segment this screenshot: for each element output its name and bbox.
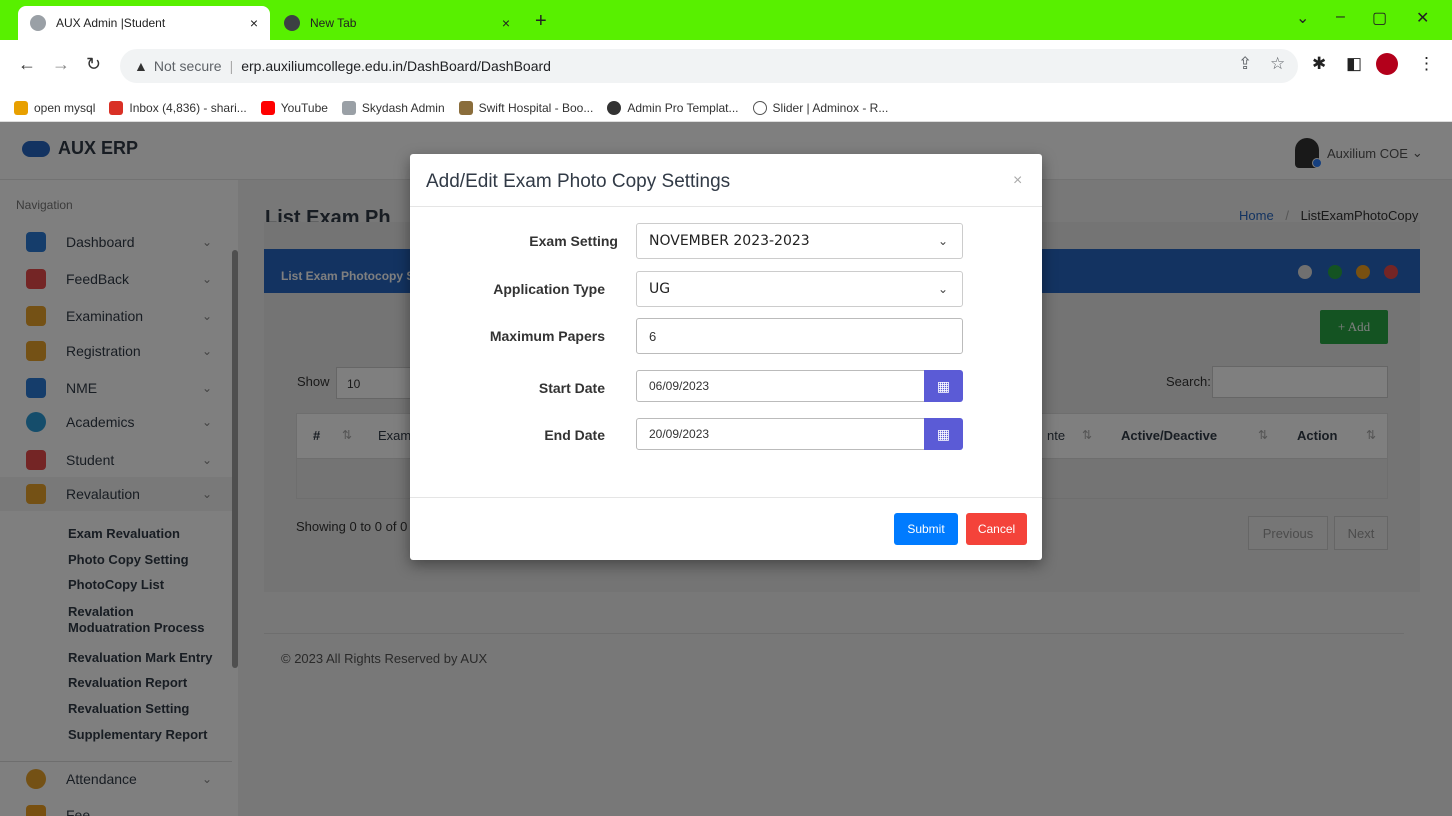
adminox-icon [752,100,767,115]
tab-title: New Tab [310,16,357,30]
bookmark-label: Swift Hospital - Boo... [478,100,594,115]
bookmark-admin-pro[interactable]: Admin Pro Templat... [607,100,739,115]
phpmyadmin-icon [14,100,28,115]
bookmark-swift-hospital[interactable]: Swift Hospital - Boo... [458,100,594,115]
side-panel-icon[interactable]: ◧ [1346,54,1362,74]
bookmark-youtube[interactable]: YouTube [260,100,328,115]
share-icon[interactable]: ⇪ [1238,54,1252,74]
tab-search-icon[interactable]: ⌄ [1296,8,1309,28]
exam-setting-label: Exam Setting [529,233,618,249]
bookmark-label: Slider | Adminox - R... [772,100,889,115]
cancel-button[interactable]: Cancel [966,513,1027,545]
not-secure-label: Not secure [153,58,222,74]
photo-copy-settings-modal [410,154,1042,560]
youtube-icon [260,100,275,115]
start-date-input[interactable]: 06/09/2023 [636,370,925,402]
application-type-value: UG [649,281,671,297]
modal-title: Add/Edit Exam Photo Copy Settings [426,171,731,192]
browser-menu-icon[interactable]: ⋮ [1418,54,1435,74]
bookmark-label: Inbox (4,836) - shari... [129,100,247,115]
url-text: erp.auxiliumcollege.edu.in/DashBoard/Das… [241,58,551,74]
swift-hospital-icon [458,100,473,115]
admin-pro-icon [607,100,622,115]
bookmark-skydash[interactable]: Skydash Admin [341,100,445,115]
tab-close-icon[interactable]: × [250,15,258,31]
bookmark-open-mysql[interactable]: open mysql [14,100,96,115]
new-tab-button[interactable]: + [535,10,547,33]
address-bar[interactable]: ▲ Not secure | erp.auxiliumcollege.edu.i… [120,49,1298,83]
end-date-input[interactable]: 20/09/2023 [636,418,925,450]
application-type-select[interactable]: UG ⌄ [636,271,963,307]
calendar-icon[interactable]: ▦ [924,370,963,402]
bookmark-label: YouTube [280,100,328,115]
minimize-button[interactable]: – [1336,8,1345,26]
application-type-label: Application Type [493,281,605,297]
bookmarks-bar: open mysql Inbox (4,836) - shari... YouT… [0,94,1452,122]
modal-header-divider [410,206,1042,207]
end-date-label: End Date [544,427,605,443]
skydash-icon [341,100,356,115]
close-window-button[interactable]: ✕ [1416,8,1429,28]
start-date-label: Start Date [538,380,605,396]
back-arrow-icon[interactable]: ← [18,54,36,75]
maximum-papers-input[interactable]: 6 [636,318,963,354]
tab-title: AUX Admin |Student [56,16,166,30]
extensions-icon[interactable]: ✱ [1312,54,1326,74]
tab-close-icon[interactable]: × [502,15,510,31]
bookmark-adminox[interactable]: Slider | Adminox - R... [752,100,889,115]
bookmark-gmail[interactable]: Inbox (4,836) - shari... [109,100,247,115]
bookmark-label: Skydash Admin [361,100,445,115]
forward-arrow-icon[interactable]: → [52,54,70,75]
browser-tab-new-tab[interactable]: New Tab × [272,6,522,40]
reload-icon[interactable]: ↻ [86,54,101,75]
chevron-down-icon: ⌄ [937,282,948,296]
profile-avatar-icon[interactable] [1376,53,1398,75]
exam-setting-value: NOVEMBER 2023-2023 [649,233,810,249]
exam-setting-select[interactable]: NOVEMBER 2023-2023 ⌄ [636,223,963,259]
submit-button[interactable]: Submit [894,513,958,545]
bookmark-star-icon[interactable]: ☆ [1270,54,1285,74]
bookmark-label: open mysql [34,100,96,115]
bookmark-label: Admin Pro Templat... [627,100,739,115]
browser-tab-aux-admin[interactable]: AUX Admin |Student × [18,6,270,40]
close-icon[interactable]: × [1013,172,1022,190]
maximum-papers-label: Maximum Papers [489,328,605,344]
gmail-icon [109,100,124,115]
chrome-icon [284,15,300,31]
modal-footer-divider [410,497,1042,498]
address-separator: | [229,58,234,74]
calendar-icon[interactable]: ▦ [924,418,963,450]
warning-icon: ▲ [134,58,148,74]
chevron-down-icon: ⌄ [937,234,948,248]
maximize-button[interactable]: ▢ [1372,8,1387,28]
globe-icon [30,15,46,31]
